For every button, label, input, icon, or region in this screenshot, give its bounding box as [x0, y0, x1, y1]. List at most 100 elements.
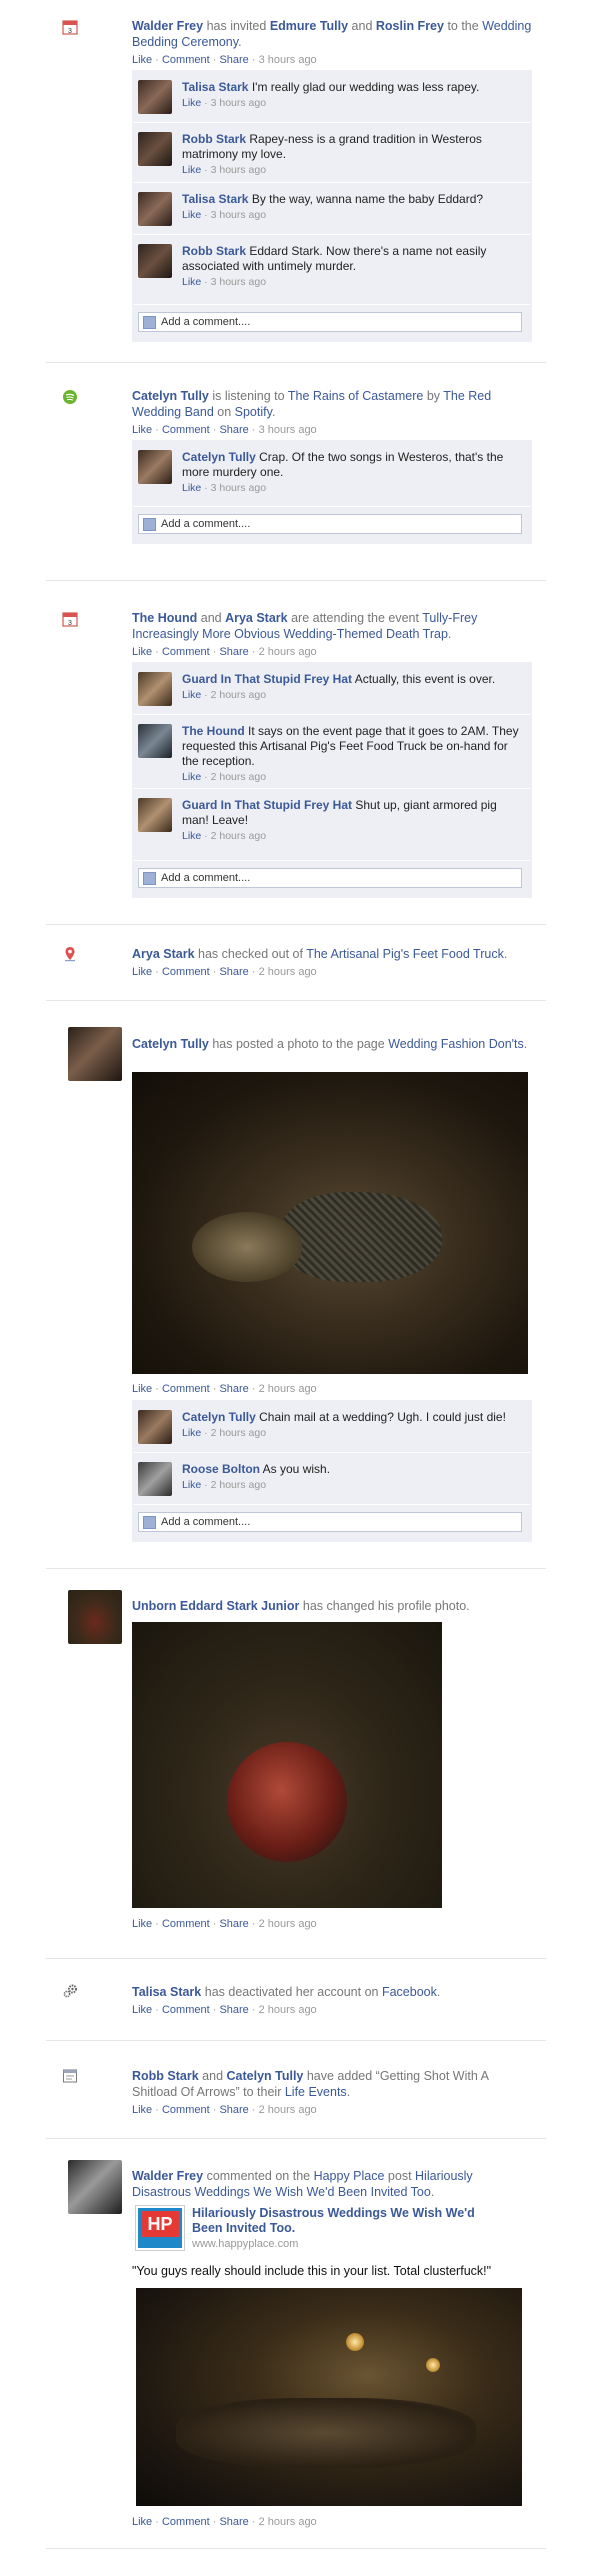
actor-link[interactable]: Arya Stark	[132, 947, 195, 961]
story-actions: Like · Comment · Share · 2 hours ago	[132, 2104, 317, 2116]
like-link[interactable]: Like	[182, 689, 201, 701]
calendar-icon: 3	[62, 612, 78, 627]
commenter-link[interactable]: Guard In That Stupid Frey Hat	[182, 798, 352, 812]
commenter-link[interactable]: Catelyn Tully	[182, 450, 256, 464]
like-link[interactable]: Like	[182, 209, 201, 221]
commenter-link[interactable]: Talisa Stark	[182, 80, 248, 94]
like-link[interactable]: Like	[132, 2516, 152, 2528]
like-link[interactable]: Like	[182, 482, 201, 494]
actor-link[interactable]: Arya Stark	[225, 611, 288, 625]
page-link[interactable]: Happy Place	[314, 2169, 385, 2183]
like-link[interactable]: Like	[182, 830, 201, 842]
timestamp: 3 hours ago	[258, 424, 317, 436]
actor-link[interactable]: Catelyn Tully	[132, 389, 209, 403]
comment-link[interactable]: Comment	[162, 966, 210, 978]
share-link[interactable]: Share	[219, 2004, 248, 2016]
share-link[interactable]: Share	[219, 1918, 248, 1930]
like-link[interactable]: Like	[182, 1479, 201, 1491]
like-link[interactable]: Like	[182, 771, 201, 783]
place-link[interactable]: The Artisanal Pig's Feet Food Truck	[306, 947, 504, 961]
like-link[interactable]: Like	[182, 164, 201, 176]
share-link[interactable]: Share	[219, 2104, 248, 2116]
avatar[interactable]	[68, 1027, 122, 1081]
site-link[interactable]: Facebook	[382, 1985, 437, 1999]
actor-link[interactable]: The Hound	[132, 611, 197, 625]
avatar[interactable]	[138, 80, 172, 114]
like-link[interactable]: Like	[182, 97, 201, 109]
like-link[interactable]: Like	[182, 276, 201, 288]
divider	[134, 860, 530, 861]
comment-link[interactable]: Comment	[162, 1383, 210, 1395]
actor-link[interactable]: Walder Frey	[132, 19, 203, 33]
commenter-link[interactable]: Talisa Stark	[182, 192, 248, 206]
avatar[interactable]	[68, 2160, 122, 2214]
hp-logo[interactable]: HP	[136, 2206, 184, 2250]
actor-link[interactable]: Robb Stark	[132, 2069, 199, 2083]
add-comment-input[interactable]: Add a comment....	[138, 514, 522, 534]
story-headline: Walder Frey commented on the Happy Place…	[132, 2169, 473, 2199]
share-link[interactable]: Share	[219, 646, 248, 658]
share-link[interactable]: Share	[219, 1383, 248, 1395]
app-link[interactable]: Spotify	[235, 405, 272, 419]
timestamp: 2 hours ago	[258, 1918, 317, 1930]
comment-link[interactable]: Comment	[162, 424, 210, 436]
like-link[interactable]: Like	[182, 1427, 201, 1439]
like-link[interactable]: Like	[132, 1383, 152, 1395]
actor-link[interactable]: Edmure Tully	[270, 19, 348, 33]
divider	[134, 788, 530, 789]
comment-link[interactable]: Comment	[162, 1918, 210, 1930]
story-headline: The Hound and Arya Stark are attending t…	[132, 611, 478, 641]
comment-link[interactable]: Comment	[162, 54, 210, 66]
actor-link[interactable]: Catelyn Tully	[227, 2069, 304, 2083]
page-link[interactable]: Wedding Fashion Don'ts	[388, 1037, 524, 1051]
comment-link[interactable]: Comment	[162, 2004, 210, 2016]
post-photo[interactable]	[136, 2288, 522, 2506]
avatar[interactable]	[138, 672, 172, 706]
avatar[interactable]	[138, 798, 172, 832]
commenter-link[interactable]: The Hound	[182, 724, 245, 738]
post-photo[interactable]	[132, 1072, 528, 1374]
comment-link[interactable]: Comment	[162, 2104, 210, 2116]
like-link[interactable]: Like	[132, 54, 152, 66]
commenter-link[interactable]: Catelyn Tully	[182, 1410, 256, 1424]
commenter-link[interactable]: Robb Stark	[182, 244, 246, 258]
share-link[interactable]: Share	[219, 424, 248, 436]
like-link[interactable]: Like	[132, 646, 152, 658]
svg-text:3: 3	[68, 620, 72, 627]
profile-photo[interactable]	[132, 1622, 442, 1908]
calendar-icon: 3	[62, 20, 78, 35]
life-events-link[interactable]: Life Events	[285, 2085, 347, 2099]
link-title[interactable]: Hilariously Disastrous Weddings We Wish …	[192, 2206, 492, 2236]
avatar[interactable]	[138, 244, 172, 278]
actor-link[interactable]: Roslin Frey	[376, 19, 444, 33]
like-link[interactable]: Like	[132, 2004, 152, 2016]
avatar[interactable]	[138, 192, 172, 226]
share-link[interactable]: Share	[219, 2516, 248, 2528]
commenter-link[interactable]: Robb Stark	[182, 132, 246, 146]
like-link[interactable]: Like	[132, 1918, 152, 1930]
song-link[interactable]: The Rains of Castamere	[288, 389, 423, 403]
like-link[interactable]: Like	[132, 2104, 152, 2116]
candle-light	[346, 2333, 364, 2351]
share-link[interactable]: Share	[219, 966, 248, 978]
actor-link[interactable]: Talisa Stark	[132, 1985, 201, 1999]
comment-link[interactable]: Comment	[162, 2516, 210, 2528]
avatar[interactable]	[138, 1462, 172, 1496]
add-comment-input[interactable]: Add a comment....	[138, 1512, 522, 1532]
actor-link[interactable]: Unborn Eddard Stark Junior	[132, 1599, 299, 1613]
avatar[interactable]	[138, 450, 172, 484]
commenter-link[interactable]: Roose Bolton	[182, 1462, 260, 1476]
avatar[interactable]	[138, 1410, 172, 1444]
add-comment-input[interactable]: Add a comment....	[138, 868, 522, 888]
avatar[interactable]	[138, 724, 172, 758]
comment-link[interactable]: Comment	[162, 646, 210, 658]
actor-link[interactable]: Catelyn Tully	[132, 1037, 209, 1051]
avatar[interactable]	[138, 132, 172, 166]
add-comment-input[interactable]: Add a comment....	[138, 312, 522, 332]
like-link[interactable]: Like	[132, 424, 152, 436]
share-link[interactable]: Share	[219, 54, 248, 66]
actor-link[interactable]: Walder Frey	[132, 2169, 203, 2183]
like-link[interactable]: Like	[132, 966, 152, 978]
commenter-link[interactable]: Guard In That Stupid Frey Hat	[182, 672, 352, 686]
avatar[interactable]	[68, 1590, 122, 1644]
